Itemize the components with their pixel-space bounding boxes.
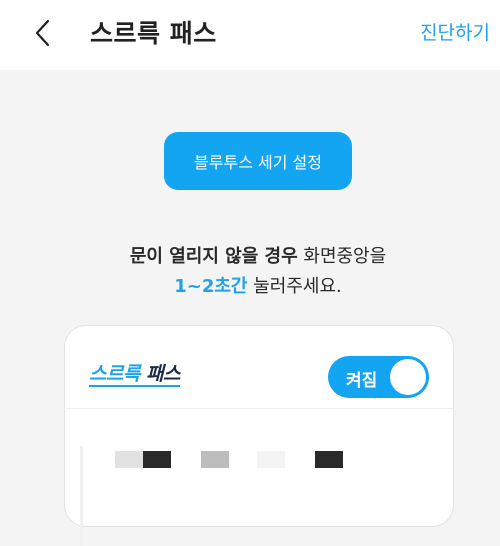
notice-line-2: 1~2초간 눌러주세요. [0,272,500,302]
pixel-block [257,451,285,468]
card-divider [80,446,83,546]
app-header: 스르륵 패스 진단하기 [0,0,500,70]
logo-part-2: 패스 [139,363,181,385]
notice-text: 문이 열리지 않을 경우 화면중앙을 1~2초간 눌러주세요. [0,242,500,302]
back-button[interactable] [28,17,58,49]
pixel-block [201,451,229,468]
diagnose-link[interactable]: 진단하기 [420,18,490,45]
notice-line-1: 문이 열리지 않을 경우 화면중앙을 [0,242,500,272]
pixel-block [115,451,143,468]
card-header: 스르륵 패스 켜짐 [65,326,453,409]
pixel-block [315,451,343,468]
chevron-left-icon [35,19,50,47]
pass-toggle[interactable]: 켜짐 [328,356,429,398]
toggle-knob [390,359,426,395]
srr-pass-logo: 스르륵 패스 [89,363,181,387]
notice-strong: 문이 열리지 않을 경우 [129,246,298,267]
pixel-block [143,451,171,468]
logo-part-1: 스르륵 [89,363,140,385]
page-title: 스르륵 패스 [90,19,217,48]
bluetooth-strength-button[interactable]: 블루투스 세기 설정 [164,132,352,190]
notice-rest: 화면중앙을 [297,246,387,267]
toggle-label: 켜짐 [346,371,378,391]
pass-card[interactable]: 스르륵 패스 켜짐 [64,325,454,546]
notice-duration: 1~2초간 [174,276,248,297]
notice-instruction: 눌러주세요. [247,276,342,297]
